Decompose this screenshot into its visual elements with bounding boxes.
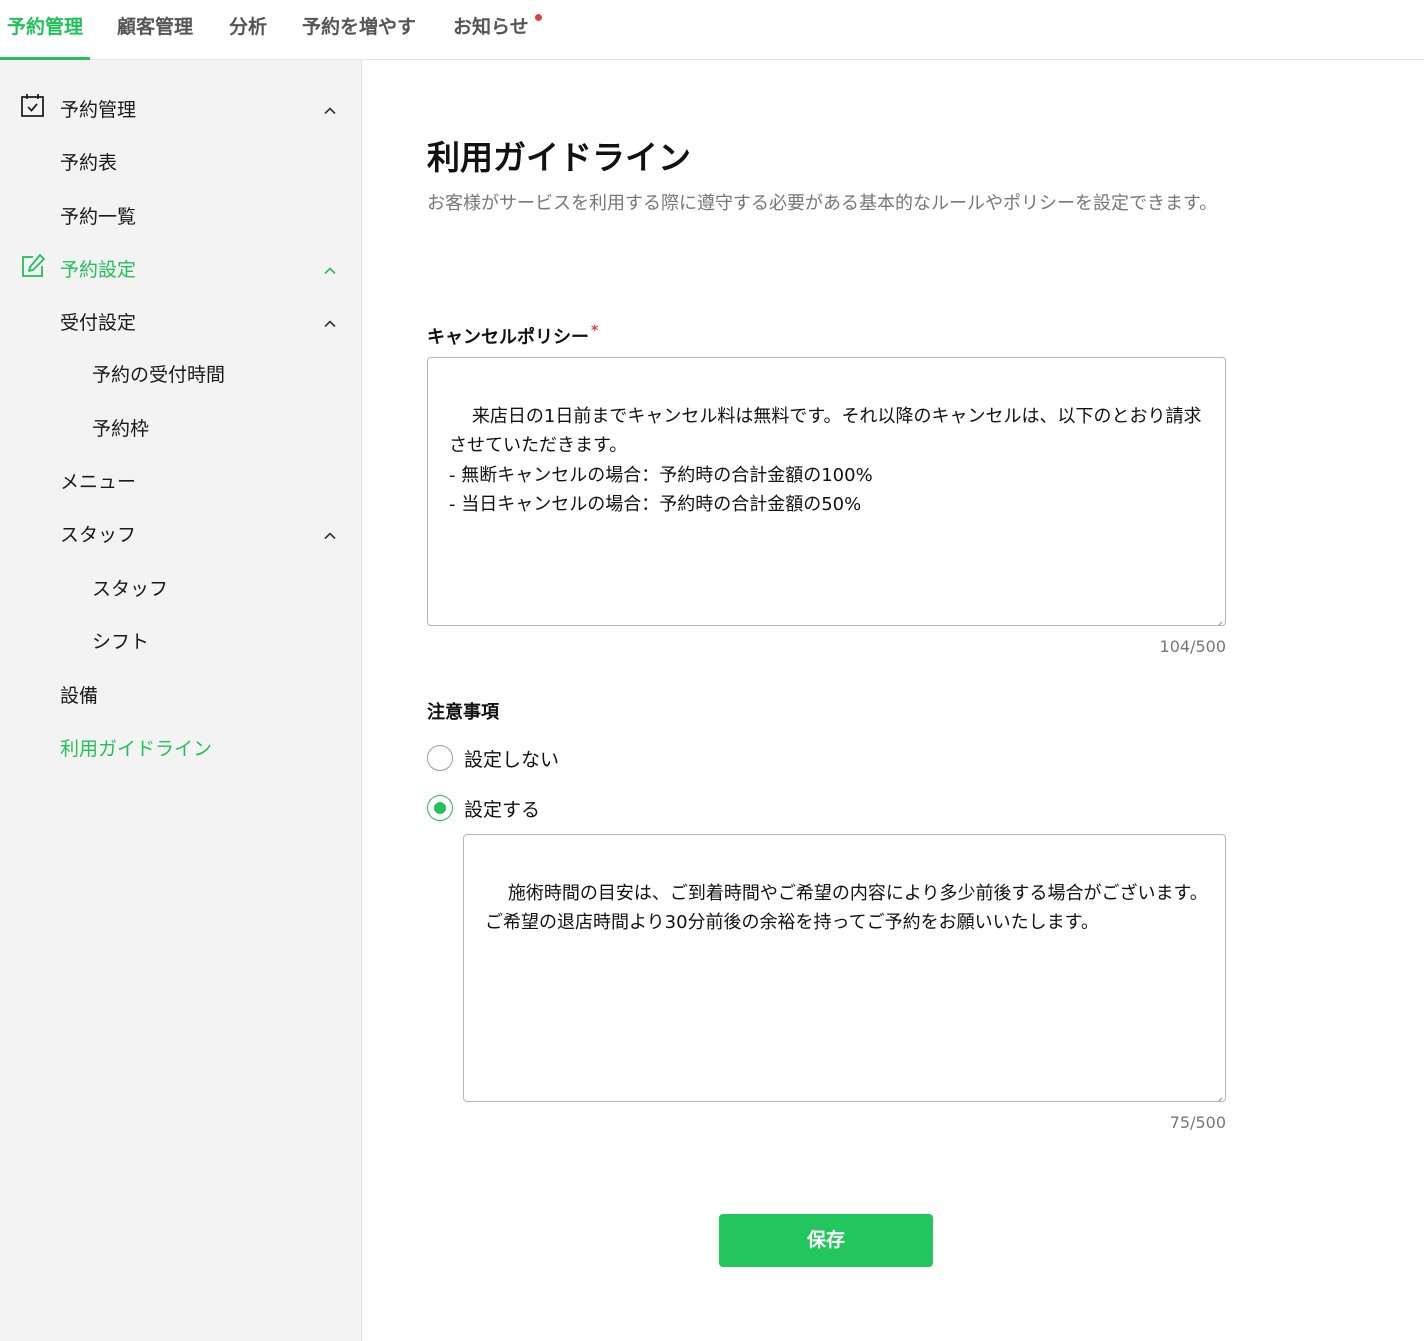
edit-icon: [20, 253, 46, 279]
notes-label: 注意事項: [427, 702, 499, 723]
sidebar-item-label: スタッフ: [60, 524, 137, 546]
chevron-up-icon[interactable]: [324, 525, 336, 540]
tab-notifications[interactable]: お知らせ: [446, 0, 536, 60]
calendar-check-icon: [20, 93, 46, 119]
sidebar-item-label: 受付設定: [60, 312, 137, 334]
sidebar-item-reservation-settings[interactable]: 予約設定: [0, 247, 362, 287]
sidebar-item-label: メニュー: [60, 471, 137, 493]
radio-button[interactable]: [427, 795, 453, 821]
cancel-policy-label: キャンセルポリシー *: [427, 323, 598, 349]
required-mark: *: [591, 323, 599, 339]
resize-handle-icon[interactable]: [1211, 611, 1223, 625]
cancel-policy-label-text: キャンセルポリシー: [427, 327, 589, 348]
sidebar-item-reservation-list[interactable]: 予約一覧: [0, 194, 362, 234]
sidebar-item-shift[interactable]: シフト: [0, 619, 362, 659]
sidebar-item-label: 予約の受付時間: [92, 364, 226, 386]
radio-button[interactable]: [427, 745, 453, 771]
sidebar: 予約管理 予約表 予約一覧 予約設定 受付設定 予約の受付時間 予約枠 メニュー…: [0, 60, 362, 1341]
radio-do-not-set[interactable]: 設定しない: [427, 743, 627, 773]
chevron-up-icon[interactable]: [324, 260, 336, 275]
save-button[interactable]: 保存: [719, 1214, 933, 1267]
cancel-policy-textarea[interactable]: 来店日の1日前までキャンセル料は無料です。それ以降のキャンセルは、以下のとおり請…: [427, 357, 1226, 626]
tab-increase-reservations[interactable]: 予約を増やす: [295, 0, 423, 60]
tab-reservation-management[interactable]: 予約管理: [0, 0, 91, 60]
cancel-policy-counter: 104/500: [1159, 637, 1226, 656]
radio-label: 設定しない: [464, 749, 560, 771]
sidebar-item-staff[interactable]: スタッフ: [0, 566, 362, 606]
page-description: お客様がサービスを利用する際に遵守する必要がある基本的なルールやポリシーを設定で…: [427, 193, 1218, 214]
tab-analytics[interactable]: 分析: [222, 0, 274, 60]
sidebar-item-reception-settings[interactable]: 受付設定: [0, 300, 362, 340]
sidebar-item-reservation-table[interactable]: 予約表: [0, 140, 362, 180]
sidebar-item-staff-group[interactable]: スタッフ: [0, 512, 362, 552]
chevron-up-icon[interactable]: [324, 100, 336, 115]
sidebar-item-label: 予約管理: [60, 99, 137, 121]
sidebar-item-menu[interactable]: メニュー: [0, 459, 362, 499]
sidebar-item-label: 予約設定: [60, 259, 137, 281]
resize-handle-icon[interactable]: [1211, 1087, 1223, 1101]
radio-label: 設定する: [464, 799, 541, 821]
radio-checked-dot: [433, 801, 446, 814]
sidebar-item-usage-guidelines[interactable]: 利用ガイドライン: [0, 726, 362, 766]
sidebar-item-equipment[interactable]: 設備: [0, 673, 362, 713]
sidebar-item-reception-hours[interactable]: 予約の受付時間: [0, 352, 362, 392]
sidebar-item-label: スタッフ: [92, 578, 169, 600]
sidebar-item-reservation-management[interactable]: 予約管理: [0, 87, 362, 127]
notes-text: 施術時間の目安は、ご到着時間やご希望の内容により多少前後する場合がございます。 …: [485, 882, 1208, 934]
main-content: 利用ガイドライン お客様がサービスを利用する際に遵守する必要がある基本的なルール…: [363, 61, 1424, 1341]
sidebar-item-label: 設備: [60, 685, 99, 707]
sidebar-item-label: シフト: [92, 631, 150, 653]
notes-textarea[interactable]: 施術時間の目安は、ご到着時間やご希望の内容により多少前後する場合がございます。 …: [463, 834, 1226, 1102]
page-title: 利用ガイドライン: [427, 138, 691, 177]
radio-set[interactable]: 設定する: [427, 793, 627, 823]
sidebar-item-reservation-slots[interactable]: 予約枠: [0, 406, 362, 446]
cancel-policy-text: 来店日の1日前までキャンセル料は無料です。それ以降のキャンセルは、以下のとおり請…: [449, 405, 1202, 516]
chevron-up-icon[interactable]: [324, 313, 336, 328]
sidebar-item-label: 予約一覧: [60, 206, 137, 228]
sidebar-item-label: 予約枠: [92, 418, 150, 440]
notification-dot: [535, 14, 542, 21]
sidebar-item-label: 予約表: [60, 152, 118, 174]
notes-counter: 75/500: [1169, 1113, 1226, 1132]
tab-customer-management[interactable]: 顧客管理: [110, 0, 200, 60]
sidebar-item-label: 利用ガイドライン: [60, 738, 213, 760]
top-navigation: 予約管理 顧客管理 分析 予約を増やす お知らせ: [0, 0, 1424, 60]
